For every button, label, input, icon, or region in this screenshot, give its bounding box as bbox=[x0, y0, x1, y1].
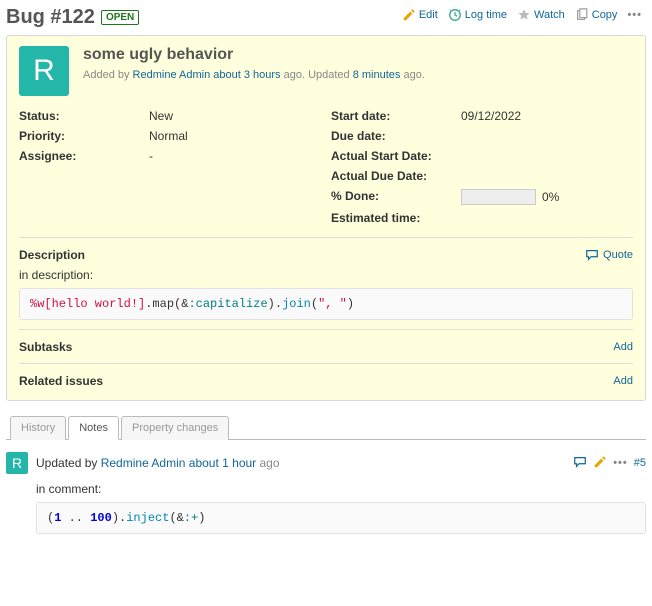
note-when-link[interactable]: about 1 hour bbox=[189, 456, 256, 470]
progress-bar bbox=[461, 189, 536, 205]
start-date-label: Start date: bbox=[331, 109, 461, 123]
copy-icon bbox=[575, 8, 589, 22]
note-text: in comment: bbox=[36, 482, 646, 496]
tab-property-changes[interactable]: Property changes bbox=[121, 416, 229, 440]
due-date-value bbox=[461, 129, 633, 143]
priority-label: Priority: bbox=[19, 129, 149, 143]
speech-bubble-icon bbox=[585, 248, 599, 262]
due-date-label: Due date: bbox=[331, 129, 461, 143]
tab-notes[interactable]: Notes bbox=[68, 416, 119, 440]
status-value: New bbox=[149, 109, 321, 123]
status-label: Status: bbox=[19, 109, 149, 123]
status-badge: OPEN bbox=[101, 10, 139, 25]
star-icon bbox=[517, 8, 531, 22]
log-time-link[interactable]: Log time bbox=[444, 6, 511, 24]
note-quote-button[interactable] bbox=[573, 455, 587, 472]
description-heading: Description bbox=[19, 248, 85, 262]
note-more-actions[interactable]: ••• bbox=[613, 457, 628, 469]
start-date-value: 09/12/2022 bbox=[461, 109, 633, 123]
copy-link[interactable]: Copy bbox=[571, 6, 622, 24]
note-anchor-link[interactable]: #5 bbox=[634, 457, 646, 469]
related-heading: Related issues bbox=[19, 374, 103, 388]
note-avatar: R bbox=[6, 452, 28, 474]
assignee-label: Assignee: bbox=[19, 149, 149, 163]
clock-icon bbox=[448, 8, 462, 22]
author-line: Added by Redmine Admin about 3 hours ago… bbox=[83, 69, 425, 81]
edit-link[interactable]: Edit bbox=[398, 6, 442, 24]
created-ago-link[interactable]: about 3 hours bbox=[213, 69, 280, 81]
note-code: (1 .. 100).inject(&:+) bbox=[36, 502, 646, 534]
description-code: %w[hello world!].map(&:capitalize).join(… bbox=[19, 288, 633, 320]
quote-link[interactable]: Quote bbox=[585, 248, 633, 262]
done-label: % Done: bbox=[331, 189, 461, 205]
note-author-link[interactable]: Redmine Admin bbox=[101, 456, 186, 470]
history-tabs: History Notes Property changes bbox=[6, 415, 646, 440]
note-edit-button[interactable] bbox=[593, 455, 607, 472]
issue-subject: some ugly behavior bbox=[83, 46, 425, 64]
subtasks-heading: Subtasks bbox=[19, 340, 72, 354]
add-related-link[interactable]: Add bbox=[613, 375, 633, 387]
issue-id: Bug #122 bbox=[6, 6, 95, 29]
top-actions: Edit Log time Watch Copy ••• bbox=[398, 6, 646, 24]
estimated-value bbox=[461, 211, 633, 225]
avatar: R bbox=[19, 46, 69, 96]
estimated-label: Estimated time: bbox=[331, 211, 461, 225]
note-entry: R Updated by Redmine Admin about 1 hour … bbox=[6, 452, 646, 534]
more-actions[interactable]: ••• bbox=[623, 9, 646, 21]
edit-label: Edit bbox=[419, 9, 438, 21]
author-link[interactable]: Redmine Admin bbox=[133, 69, 211, 81]
issue-title: Bug #122 OPEN bbox=[6, 6, 139, 29]
watch-label: Watch bbox=[534, 9, 565, 21]
tab-history[interactable]: History bbox=[10, 416, 66, 440]
pencil-icon bbox=[402, 8, 416, 22]
copy-label: Copy bbox=[592, 9, 618, 21]
assignee-value: - bbox=[149, 149, 321, 163]
actual-start-value bbox=[461, 149, 633, 163]
priority-value: Normal bbox=[149, 129, 321, 143]
description-text: in description: bbox=[19, 268, 633, 282]
log-time-label: Log time bbox=[465, 9, 507, 21]
updated-ago-link[interactable]: 8 minutes bbox=[353, 69, 401, 81]
actual-due-label: Actual Due Date: bbox=[331, 169, 461, 183]
pencil-icon bbox=[593, 455, 607, 469]
done-value: 0% bbox=[542, 190, 559, 204]
note-meta: Updated by Redmine Admin about 1 hour ag… bbox=[36, 456, 565, 470]
actual-start-label: Actual Start Date: bbox=[331, 149, 461, 163]
issue-details: R some ugly behavior Added by Redmine Ad… bbox=[6, 35, 646, 401]
attributes: Status:New Priority:Normal Assignee:- St… bbox=[19, 106, 633, 238]
actual-due-value bbox=[461, 169, 633, 183]
add-subtask-link[interactable]: Add bbox=[613, 341, 633, 353]
speech-bubble-icon bbox=[573, 455, 587, 469]
watch-link[interactable]: Watch bbox=[513, 6, 569, 24]
